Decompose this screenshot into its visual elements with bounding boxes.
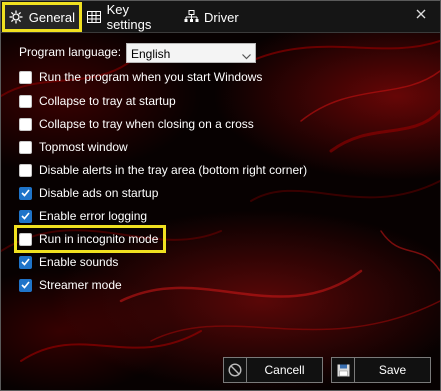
save-label: Save	[378, 363, 407, 377]
option-label: Run the program when you start Windows	[39, 70, 263, 84]
network-icon	[183, 9, 199, 25]
option-label: Disable alerts in the tray area (bottom …	[39, 163, 308, 177]
gear-icon	[9, 9, 24, 25]
checkmark-icon	[21, 189, 30, 197]
option-run-on-startup[interactable]: Run the program when you start Windows	[19, 68, 262, 86]
option-label: Enable error logging	[39, 209, 148, 223]
tab-label: Key settings	[106, 2, 152, 32]
option-label: Collapse to tray when closing on a cross	[39, 117, 254, 131]
checkmark-icon	[21, 212, 30, 220]
language-select[interactable]: English	[126, 43, 256, 63]
option-topmost-window[interactable]: Topmost window	[19, 138, 128, 156]
checkmark-icon	[21, 281, 30, 289]
checkbox[interactable]	[19, 163, 32, 177]
checkbox[interactable]	[19, 232, 32, 246]
checkbox[interactable]	[19, 94, 32, 108]
tab-general[interactable]: General	[2, 2, 82, 32]
option-label: Run in incognito mode	[39, 232, 159, 246]
chevron-down-icon	[242, 49, 251, 63]
language-label: Program language:	[19, 45, 122, 59]
option-streamer-mode[interactable]: Streamer mode	[19, 276, 122, 294]
close-button[interactable]	[412, 6, 430, 24]
save-button[interactable]: Save	[331, 357, 431, 383]
keyboard-icon	[87, 9, 102, 25]
checkbox[interactable]	[19, 278, 32, 292]
option-incognito-mode[interactable]: Run in incognito mode	[13, 225, 167, 253]
option-disable-tray-alerts[interactable]: Disable alerts in the tray area (bottom …	[19, 161, 307, 179]
tab-bar: General Key settings Driver	[1, 1, 440, 33]
checkmark-icon	[21, 258, 30, 266]
option-disable-ads[interactable]: Disable ads on startup	[19, 184, 158, 202]
checkbox[interactable]	[19, 186, 32, 200]
cancel-icon	[224, 358, 247, 382]
checkbox[interactable]	[19, 209, 32, 223]
option-label: Topmost window	[39, 140, 128, 154]
language-value: English	[131, 47, 171, 61]
save-icon	[332, 358, 355, 382]
cancel-label: Cancell	[264, 363, 305, 377]
tab-key-settings[interactable]: Key settings	[81, 2, 177, 32]
tab-label: Driver	[204, 9, 239, 25]
checkbox[interactable]	[19, 70, 32, 84]
option-collapse-tray-startup[interactable]: Collapse to tray at startup	[19, 92, 176, 110]
checkbox[interactable]	[19, 255, 32, 269]
option-label: Collapse to tray at startup	[39, 94, 176, 108]
option-collapse-tray-close[interactable]: Collapse to tray when closing on a cross	[19, 115, 254, 133]
close-icon	[416, 8, 426, 22]
settings-window: General Key settings Driver Program lang…	[0, 0, 441, 391]
tab-driver[interactable]: Driver	[177, 3, 247, 31]
option-label: Enable sounds	[39, 255, 119, 269]
option-label: Streamer mode	[39, 278, 122, 292]
cancel-button[interactable]: Cancell	[223, 357, 323, 383]
tab-label: General	[28, 9, 75, 25]
checkbox[interactable]	[19, 117, 32, 131]
option-error-logging[interactable]: Enable error logging	[19, 207, 147, 225]
option-enable-sounds[interactable]: Enable sounds	[19, 253, 118, 271]
option-label: Disable ads on startup	[39, 186, 159, 200]
checkbox[interactable]	[19, 140, 32, 154]
